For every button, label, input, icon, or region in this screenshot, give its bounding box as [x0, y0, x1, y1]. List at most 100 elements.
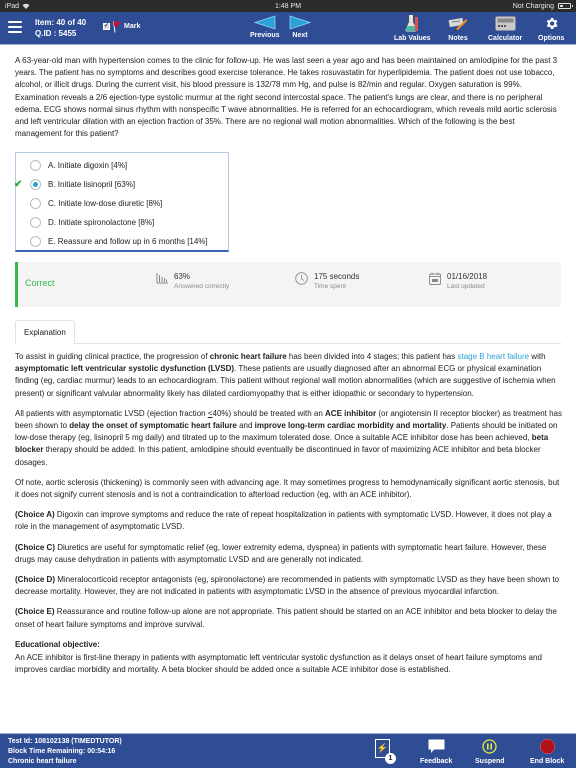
answer-text: E. Reassure and follow up in 6 months [1… [48, 237, 208, 246]
hamburger-icon-line [8, 31, 22, 33]
top-toolbar: Item: 40 of 40 Q.ID : 5455 ✓ Mark Previo… [0, 12, 576, 45]
result-stats-bar: Correct 63% Answered correctly 175 secon… [15, 262, 561, 307]
wifi-icon [22, 3, 30, 9]
answer-option-b[interactable]: ✔ B. Initiate lisinopril [63%] [14, 175, 228, 194]
explanation-paragraph: To assist in guiding clinical practice, … [15, 351, 565, 400]
flask-icon [405, 15, 419, 32]
explanation-body: To assist in guiding clinical practice, … [15, 351, 565, 676]
test-info: Test Id: 108102138 (TIMEDTUTOR) Block Ti… [8, 737, 122, 767]
feedback-label: Feedback [420, 758, 453, 765]
answer-text: D. Initiate spironolactone [8%] [48, 218, 155, 227]
radio-button[interactable] [30, 217, 41, 228]
device-name: iPad [5, 2, 20, 10]
choice-text: Diuretics are useful for symptomatic rel… [15, 542, 547, 564]
stat-time-spent: 175 seconds Time spent [295, 272, 359, 291]
options-button[interactable]: Options [538, 15, 564, 42]
lab-values-label: Lab Values [394, 35, 431, 42]
mark-label: Mark [124, 23, 141, 30]
notes-button[interactable]: Notes [448, 15, 468, 42]
mark-toggle[interactable]: ✓ Mark [103, 20, 140, 33]
answer-option-d[interactable]: D. Initiate spironolactone [8%] [16, 213, 228, 232]
choice-label: (Choice D) [15, 575, 55, 585]
choice-explanation-d: (Choice D) Mineralocorticoid receptor an… [15, 574, 565, 598]
explanation-tab-row: Explanation [15, 320, 561, 345]
calculator-icon [494, 15, 516, 32]
radio-button[interactable] [30, 236, 41, 247]
previous-label: Previous [250, 32, 280, 39]
time-value: 175 seconds [314, 272, 360, 281]
text: therapy should be added. In this patient… [15, 445, 541, 467]
bold-term: ACE inhibitor [325, 408, 377, 418]
tab-explanation[interactable]: Explanation [15, 320, 75, 345]
status-right: Not Charging [512, 2, 573, 10]
calendar-icon [429, 272, 441, 285]
speech-bubble-icon [428, 738, 445, 755]
text: All patients with asymptomatic LVSD (eje… [15, 408, 208, 418]
radio-button[interactable] [30, 198, 41, 209]
feedback-button[interactable]: Feedback [420, 738, 452, 765]
percent-value: 63% [174, 272, 191, 281]
suspend-button[interactable]: Suspend [475, 738, 505, 765]
test-id: Test Id: 108102138 (TIMEDTUTOR) [8, 738, 122, 745]
bold-term: improve long-term cardiac morbidity and … [254, 421, 447, 431]
bar-chart-icon [156, 273, 168, 284]
bold-term: asymptomatic left ventricular systolic d… [15, 364, 235, 374]
answer-option-c[interactable]: C. Initiate low-dose diuretic [8%] [16, 194, 228, 213]
text: and [236, 421, 255, 431]
choice-label: (Choice E) [15, 607, 55, 617]
choice-explanation-c: (Choice C) Diuretics are useful for symp… [15, 542, 565, 566]
time-label: Time spent [314, 283, 346, 290]
explanation-paragraph: All patients with asymptomatic LVSD (eje… [15, 408, 565, 469]
radio-button[interactable] [30, 160, 41, 171]
radio-button-selected[interactable] [30, 179, 41, 190]
pause-icon [482, 738, 497, 755]
end-block-button[interactable]: End Block [530, 738, 564, 765]
bold-term: chronic heart failure [209, 352, 287, 361]
options-label: Options [538, 35, 565, 42]
date-value: 01/16/2018 [447, 272, 488, 281]
ios-status-bar: iPad 1:48 PM Not Charging [0, 0, 576, 12]
answer-option-e[interactable]: E. Reassure and follow up in 6 months [1… [16, 232, 228, 251]
next-label: Next [292, 32, 308, 39]
answer-text: A. Initiate digoxin [4%] [48, 161, 128, 170]
status-left: iPad [5, 3, 30, 10]
calculator-button[interactable]: Calculator [488, 15, 522, 42]
arrow-right-icon [289, 15, 311, 30]
answer-choices: A. Initiate digoxin [4%] ✔ B. Initiate l… [14, 152, 229, 252]
stop-sign-icon [539, 738, 555, 755]
notes-pencil-icon [448, 15, 468, 32]
calculator-label: Calculator [488, 35, 523, 42]
item-info: Item: 40 of 40 Q.ID : 5455 [35, 17, 86, 39]
text: with [529, 352, 546, 361]
choice-label: (Choice A) [15, 510, 55, 520]
item-counter: Item: 40 of 40 [35, 18, 87, 27]
status-time: 1:48 PM [274, 2, 302, 10]
flashcard-button[interactable]: ⚡ 1 [375, 739, 396, 764]
notes-label: Notes [448, 35, 468, 42]
suspend-label: Suspend [475, 758, 505, 765]
arrow-left-icon [253, 15, 276, 30]
stat-last-updated: 01/16/2018 Last updated [429, 272, 487, 291]
mark-checkbox[interactable]: ✓ [103, 23, 110, 30]
next-button[interactable]: Next [289, 15, 311, 39]
stage-b-link[interactable]: stage B heart failure [457, 352, 529, 361]
menu-button[interactable] [8, 21, 22, 33]
battery-status: Not Charging [512, 2, 554, 10]
gear-icon [544, 15, 559, 32]
lightning-icon: ⚡ [376, 743, 389, 753]
answer-text: C. Initiate low-dose diuretic [8%] [48, 199, 163, 208]
text: has been divided into 4 stages; this pat… [286, 352, 458, 361]
lab-values-button[interactable]: Lab Values [394, 15, 431, 42]
choice-label: (Choice C) [15, 542, 55, 552]
correct-check-icon: ✔ [14, 179, 23, 190]
end-block-label: End Block [530, 758, 565, 765]
answer-option-a[interactable]: A. Initiate digoxin [4%] [16, 156, 228, 175]
result-status: Correct [25, 278, 55, 288]
educational-objective: Educational objective: An ACE inhibitor … [15, 639, 565, 677]
answer-text: B. Initiate lisinopril [63%] [48, 180, 136, 189]
hamburger-icon-line [8, 21, 22, 23]
percent-label: Answered correctly [174, 283, 230, 290]
previous-button[interactable]: Previous [250, 15, 280, 39]
battery-icon [558, 3, 573, 9]
text: To assist in guiding clinical practice, … [15, 352, 210, 361]
